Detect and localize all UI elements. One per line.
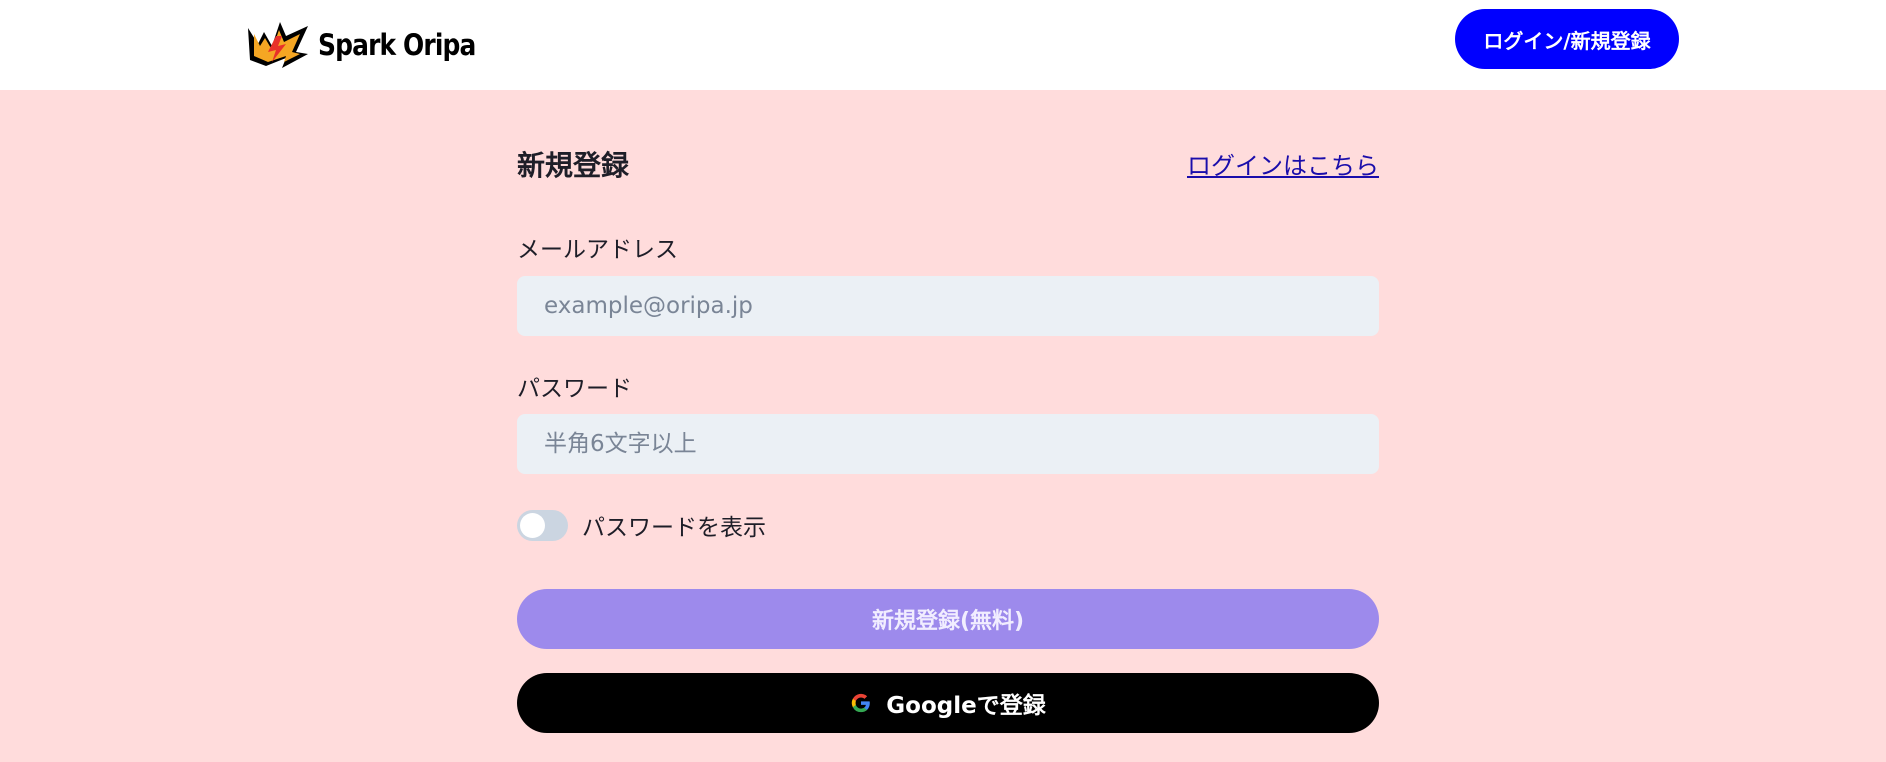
google-button-label: Googleで登録 <box>886 693 1046 719</box>
show-password-label: パスワードを表示 <box>582 515 766 541</box>
register-button[interactable]: 新規登録(無料) <box>517 589 1379 649</box>
email-label: メールアドレス <box>517 237 678 263</box>
google-register-button[interactable]: Googleで登録 <box>517 673 1379 733</box>
show-password-toggle[interactable] <box>517 509 568 541</box>
password-input[interactable] <box>517 414 1379 474</box>
page-title: 新規登録 <box>517 149 630 182</box>
google-g-icon <box>852 693 871 713</box>
site-header: Spark Oripa ログイン/新規登録 <box>0 0 1886 90</box>
password-label: パスワード <box>517 376 632 402</box>
spark-lightning-logo-icon <box>248 22 308 68</box>
email-input[interactable] <box>517 276 1379 336</box>
toggle-knob <box>520 512 545 538</box>
login-register-button[interactable]: ログイン/新規登録 <box>1455 9 1679 69</box>
logo-text: Spark Oripa <box>318 28 476 62</box>
login-link[interactable]: ログインはこちら <box>1187 146 1379 181</box>
show-password-row: パスワードを表示 <box>517 508 766 542</box>
site-logo[interactable]: Spark Oripa <box>242 14 501 72</box>
